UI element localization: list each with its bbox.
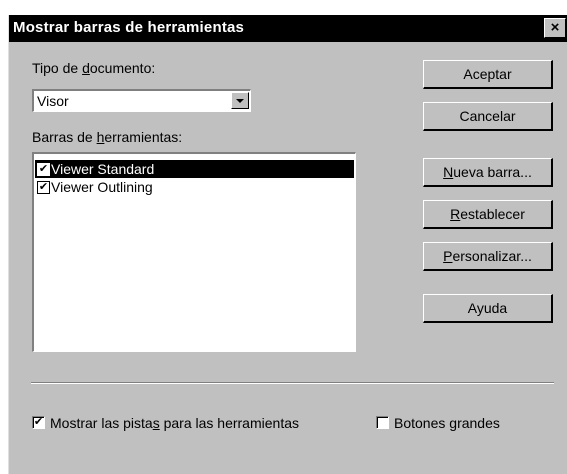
list-item-viewer-outlining[interactable]: ✔ Viewer Outlining xyxy=(35,178,354,196)
show-tooltips-option[interactable]: ✔ Mostrar las pistas para las herramienta… xyxy=(32,415,299,432)
title-bar: Mostrar barras de herramientas × xyxy=(9,15,567,42)
document-type-select[interactable]: Visor xyxy=(32,89,251,112)
separator xyxy=(31,382,554,384)
dialog-title: Mostrar barras de herramientas xyxy=(13,19,245,36)
help-button[interactable]: Ayuda xyxy=(423,294,553,323)
document-type-value: Visor xyxy=(37,93,69,109)
document-type-label: Tipo de documento: xyxy=(32,60,156,76)
close-icon: × xyxy=(550,19,560,36)
reset-button[interactable]: Restablecer xyxy=(423,200,553,229)
checkbox-checked-icon[interactable]: ✔ xyxy=(37,162,50,176)
list-item-viewer-standard[interactable]: ✔ Viewer Standard xyxy=(35,160,354,178)
toolbars-label: Barras de herramientas: xyxy=(32,129,183,145)
checkbox-unchecked-icon[interactable] xyxy=(376,416,389,430)
dropdown-arrow-icon[interactable] xyxy=(231,92,249,109)
cancel-button[interactable]: Cancelar xyxy=(423,102,553,131)
customize-button[interactable]: Personalizar... xyxy=(423,242,553,271)
new-toolbar-button[interactable]: Nueva barra... xyxy=(423,158,553,187)
accept-button[interactable]: Aceptar xyxy=(423,60,553,89)
large-buttons-option[interactable]: Botones grandes xyxy=(376,415,500,432)
toolbars-list[interactable]: ✔ Viewer Standard ✔ Viewer Outlining xyxy=(32,152,356,352)
toolbars-dialog: Mostrar barras de herramientas × Tipo de… xyxy=(8,15,567,474)
checkbox-checked-icon[interactable]: ✔ xyxy=(37,180,50,194)
close-button[interactable]: × xyxy=(544,18,566,38)
checkbox-checked-icon[interactable]: ✔ xyxy=(32,416,45,430)
